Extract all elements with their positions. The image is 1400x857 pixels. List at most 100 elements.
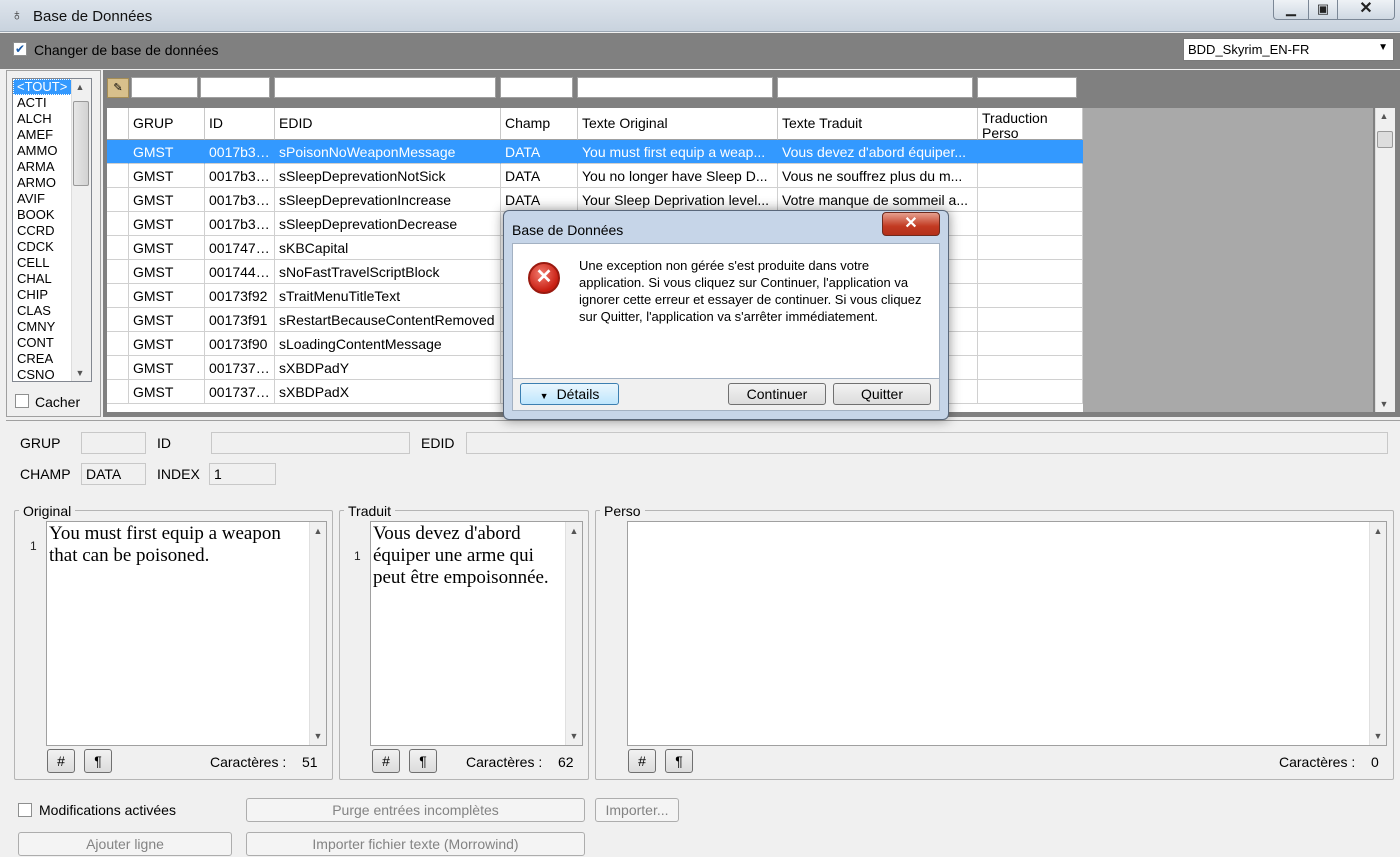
grid-scroll-thumb[interactable] xyxy=(1377,131,1393,148)
table-cell[interactable]: sRestartBecauseContentRemoved xyxy=(275,308,501,332)
table-cell[interactable]: GMST xyxy=(129,308,205,332)
row-selector[interactable] xyxy=(107,188,129,212)
table-cell[interactable]: GMST xyxy=(129,140,205,164)
column-header[interactable]: Champ xyxy=(501,108,578,140)
table-cell[interactable]: sNoFastTravelScriptBlock xyxy=(275,260,501,284)
row-selector[interactable] xyxy=(107,236,129,260)
row-selector[interactable] xyxy=(107,140,129,164)
row-selector[interactable] xyxy=(107,356,129,380)
table-cell[interactable]: GMST xyxy=(129,356,205,380)
purge-button[interactable]: Purge entrées incomplètes xyxy=(246,798,585,822)
row-selector[interactable] xyxy=(107,380,129,404)
table-cell[interactable]: 0017370c xyxy=(205,380,275,404)
row-selector[interactable] xyxy=(107,284,129,308)
table-cell[interactable]: Your Sleep Deprivation level... xyxy=(578,188,778,212)
traduit-hash-button[interactable]: # xyxy=(372,749,400,773)
table-cell[interactable] xyxy=(978,164,1083,188)
table-cell[interactable] xyxy=(978,260,1083,284)
perso-textarea[interactable] xyxy=(627,521,1387,746)
table-cell[interactable]: You must first equip a weap... xyxy=(578,140,778,164)
table-cell[interactable]: Vous devez d'abord équiper... xyxy=(778,140,978,164)
filter-original-input[interactable] xyxy=(577,77,773,98)
table-cell[interactable]: 0017b362 xyxy=(205,164,275,188)
table-cell[interactable]: GMST xyxy=(129,284,205,308)
row-selector[interactable] xyxy=(107,308,129,332)
table-cell[interactable]: Vous ne souffrez plus du m... xyxy=(778,164,978,188)
table-cell[interactable]: GMST xyxy=(129,164,205,188)
quit-button[interactable]: Quitter xyxy=(833,383,931,405)
table-cell[interactable]: sKBCapital xyxy=(275,236,501,260)
maximize-button[interactable]: ▣ xyxy=(1308,0,1338,20)
import-button[interactable]: Importer... xyxy=(595,798,679,822)
table-cell[interactable]: DATA xyxy=(501,164,578,188)
traduit-scrollbar[interactable]: ▲ ▼ xyxy=(565,522,582,745)
scroll-up-icon[interactable]: ▲ xyxy=(310,526,326,536)
column-header[interactable]: ID xyxy=(205,108,275,140)
table-cell[interactable] xyxy=(978,140,1083,164)
filter-eraser-icon[interactable]: ✎ xyxy=(107,78,129,98)
table-cell[interactable]: DATA xyxy=(501,188,578,212)
table-cell[interactable]: sXBDPadX xyxy=(275,380,501,404)
filter-champ-input[interactable] xyxy=(500,77,573,98)
table-cell[interactable]: 00173f91 xyxy=(205,308,275,332)
scroll-up-icon[interactable]: ▲ xyxy=(1376,111,1392,121)
row-selector[interactable] xyxy=(107,212,129,236)
minimize-button[interactable]: ▁ xyxy=(1273,0,1309,20)
table-cell[interactable]: GMST xyxy=(129,188,205,212)
change-db-checkbox[interactable]: ✔ xyxy=(13,42,27,56)
table-cell[interactable]: 00173f90 xyxy=(205,332,275,356)
details-button[interactable]: ▼ Détails xyxy=(520,383,619,405)
scroll-down-icon[interactable]: ▼ xyxy=(566,731,582,741)
table-cell[interactable]: GMST xyxy=(129,260,205,284)
table-cell[interactable] xyxy=(978,212,1083,236)
traduit-textarea[interactable]: Vous devez d'abord équiper une arme qui … xyxy=(370,521,583,746)
table-cell[interactable]: 0017b361 xyxy=(205,188,275,212)
scroll-down-icon[interactable]: ▼ xyxy=(310,731,326,741)
add-line-button[interactable]: Ajouter ligne xyxy=(18,832,232,856)
table-cell[interactable] xyxy=(978,284,1083,308)
table-cell[interactable]: sLoadingContentMessage xyxy=(275,332,501,356)
table-cell[interactable]: 00174778 xyxy=(205,236,275,260)
scroll-down-icon[interactable]: ▼ xyxy=(72,368,88,378)
database-select[interactable]: BDD_Skyrim_EN-FR ▼ xyxy=(1183,38,1394,61)
scroll-down-icon[interactable]: ▼ xyxy=(1370,731,1386,741)
continue-button[interactable]: Continuer xyxy=(728,383,826,405)
grup-list-scroll-thumb[interactable] xyxy=(73,101,89,186)
grid-scrollbar[interactable]: ▲ ▼ xyxy=(1375,108,1395,412)
table-row[interactable]: GMST 0017b361 sSleepDeprevationIncrease DAT… xyxy=(107,188,1083,212)
table-cell[interactable]: GMST xyxy=(129,212,205,236)
filter-grup-input[interactable] xyxy=(131,77,198,98)
table-row[interactable]: GMST 0017b362 sSleepDeprevationNotSick DATA… xyxy=(107,164,1083,188)
original-pilcrow-button[interactable]: ¶ xyxy=(84,749,112,773)
perso-hash-button[interactable]: # xyxy=(628,749,656,773)
table-cell[interactable] xyxy=(978,356,1083,380)
table-cell[interactable]: sXBDPadY xyxy=(275,356,501,380)
table-cell[interactable]: 0017b37c xyxy=(205,140,275,164)
scroll-down-icon[interactable]: ▼ xyxy=(1376,399,1392,409)
row-selector[interactable] xyxy=(107,260,129,284)
table-cell[interactable]: Votre manque de sommeil a... xyxy=(778,188,978,212)
table-cell[interactable]: sTraitMenuTitleText xyxy=(275,284,501,308)
filter-edid-input[interactable] xyxy=(274,77,496,98)
filter-id-input[interactable] xyxy=(200,77,270,98)
table-cell[interactable] xyxy=(978,380,1083,404)
table-cell[interactable]: DATA xyxy=(501,140,578,164)
row-selector[interactable] xyxy=(107,332,129,356)
import-text-file-button[interactable]: Importer fichier texte (Morrowind) xyxy=(246,832,585,856)
table-cell[interactable] xyxy=(978,332,1083,356)
table-cell[interactable] xyxy=(978,308,1083,332)
scroll-up-icon[interactable]: ▲ xyxy=(72,82,88,92)
modifications-checkbox[interactable] xyxy=(18,803,32,817)
row-selector[interactable] xyxy=(107,164,129,188)
column-header[interactable]: GRUP xyxy=(129,108,205,140)
traduit-pilcrow-button[interactable]: ¶ xyxy=(409,749,437,773)
close-window-button[interactable]: ✕ xyxy=(1337,0,1395,20)
column-header[interactable]: Traduction Perso xyxy=(978,108,1083,140)
column-header[interactable]: Texte Traduit xyxy=(778,108,978,140)
scroll-up-icon[interactable]: ▲ xyxy=(1370,526,1386,536)
perso-scrollbar[interactable]: ▲ ▼ xyxy=(1369,522,1386,745)
table-cell[interactable]: sSleepDeprevationNotSick xyxy=(275,164,501,188)
table-cell[interactable]: GMST xyxy=(129,236,205,260)
table-cell[interactable]: GMST xyxy=(129,332,205,356)
table-cell[interactable]: sSleepDeprevationDecrease xyxy=(275,212,501,236)
